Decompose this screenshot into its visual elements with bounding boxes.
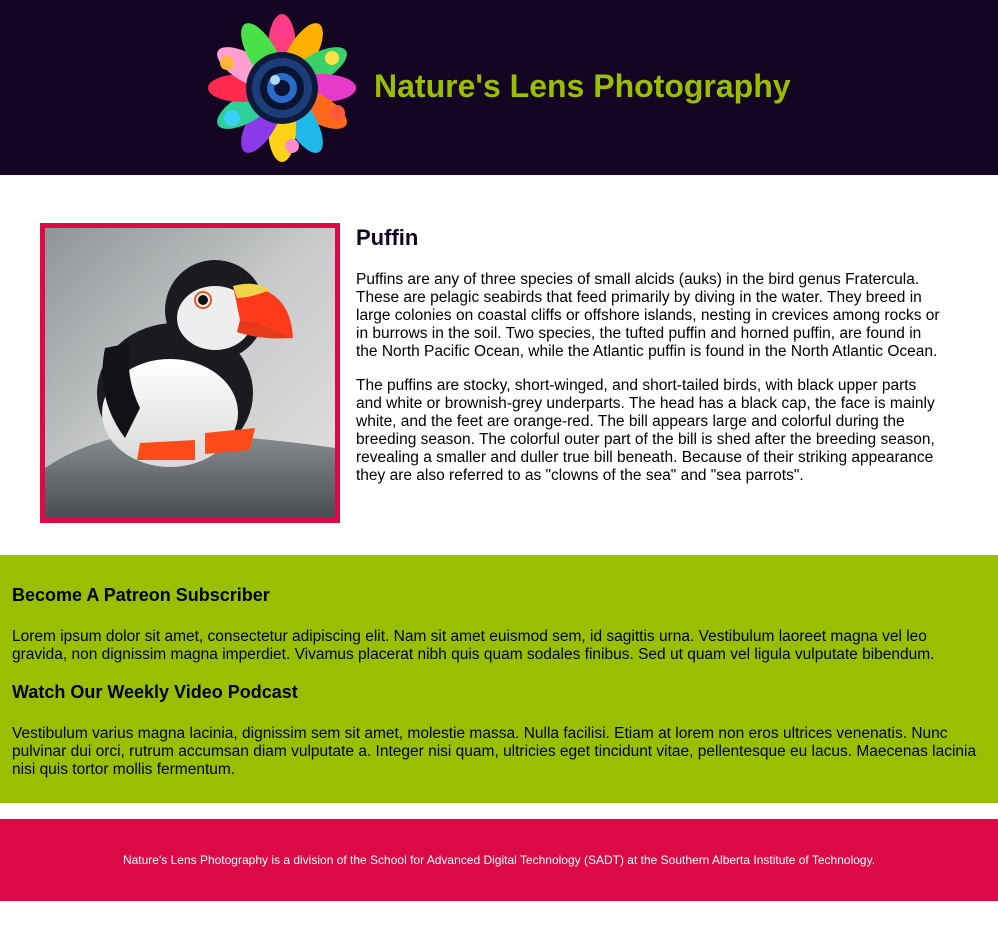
site-header: Nature's Lens Photography	[0, 0, 998, 175]
patreon-text: Lorem ipsum dolor sit amet, consectetur …	[12, 628, 935, 663]
article-section: Puffin Puffins are any of three species …	[0, 175, 998, 555]
article-title: Puffin	[356, 225, 419, 250]
podcast-heading: Watch Our Weekly Video Podcast	[12, 682, 298, 702]
footer-text: Nature's Lens Photography is a division …	[122, 853, 876, 867]
site-footer: Nature's Lens Photography is a division …	[0, 819, 998, 901]
article-paragraph: Puffins are any of three species of smal…	[356, 271, 940, 360]
site-title: Nature's Lens Photography	[374, 68, 791, 104]
promo-section: Become A Patreon Subscriber Lorem ipsum …	[0, 555, 998, 803]
article-content: Puffin Puffins are any of three species …	[356, 225, 946, 501]
article-paragraph: The puffins are stocky, short-winged, an…	[356, 377, 935, 484]
camera-lens-floral-logo-icon[interactable]	[208, 14, 356, 162]
puffin-photo[interactable]	[40, 223, 340, 523]
patreon-heading: Become A Patreon Subscriber	[12, 585, 270, 605]
podcast-text: Vestibulum varius magna lacinia, digniss…	[12, 725, 977, 778]
